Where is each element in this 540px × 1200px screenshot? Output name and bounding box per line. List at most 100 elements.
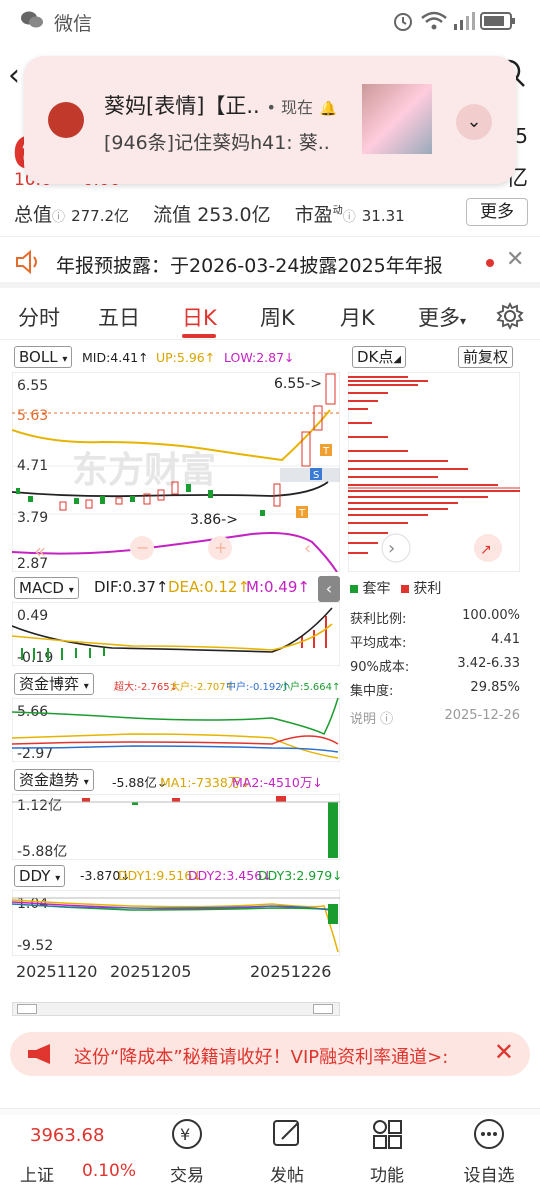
svg-text:T: T: [298, 508, 306, 519]
collapse-panel-icon[interactable]: ‹: [318, 576, 340, 602]
tab-weekly-k[interactable]: 周K: [260, 302, 295, 332]
zoom-out-icon: −: [136, 538, 149, 557]
signal-icon: [454, 12, 475, 30]
megaphone-icon: [28, 1044, 50, 1064]
float-value-label: 流值: [153, 204, 192, 226]
fund-trend-ma2: MA2:-4510万↓: [232, 775, 323, 790]
tab-intraday[interactable]: 分时: [18, 302, 60, 332]
nav-tabs-strip: [0, 1109, 540, 1115]
promo-banner[interactable]: 这份“降成本”秘籍请收好！VIP融资利率通道>: ✕: [10, 1032, 530, 1076]
trade-icon[interactable]: ¥: [170, 1117, 204, 1151]
fund-game-select[interactable]: 资金博弈 ▾: [14, 673, 94, 695]
macd-dea: DEA:0.12↑: [168, 578, 251, 596]
post-icon[interactable]: [270, 1117, 304, 1151]
pe-label: 市盈: [294, 204, 333, 226]
fund-trend-select[interactable]: 资金趋势 ▾: [14, 769, 94, 791]
back-icon[interactable]: ‹: [8, 58, 20, 93]
nav-function[interactable]: 功能: [352, 1161, 422, 1186]
index-value: 3963.68: [30, 1125, 105, 1146]
total-value: 277.2亿: [71, 207, 130, 225]
notification-sender: 葵妈[表情]【正.. • 现在 🔔: [104, 94, 338, 118]
pe-sup: 动: [332, 205, 343, 217]
promo-text: 这份“降成本”秘籍请收好！VIP融资利率通道>:: [74, 1047, 449, 1068]
float-value: 253.0亿: [197, 204, 271, 226]
settings-icon[interactable]: [496, 302, 524, 330]
pe-value: 31.31: [361, 207, 405, 225]
index-name: 上证: [20, 1166, 54, 1186]
fund-trend-chart: 1.12亿 -5.88亿: [12, 794, 340, 860]
info-icon[interactable]: ⓘ: [343, 210, 356, 225]
chevron-right-icon: ›: [388, 538, 395, 559]
tab-daily-k[interactable]: 日K: [182, 302, 217, 332]
macd-dif: DIF:0.37↑: [94, 578, 169, 596]
info-icon: ⓘ: [380, 712, 394, 727]
nav-post[interactable]: 发帖: [252, 1161, 322, 1186]
more-button[interactable]: 更多: [466, 198, 528, 226]
total-value-label: 总值: [14, 204, 53, 226]
macd-y-top: 0.49: [17, 608, 48, 624]
scroll-handle-right[interactable]: [313, 1004, 333, 1014]
wechat-badge-icon: [48, 102, 84, 138]
fund-small: 小户:5.664↑: [280, 682, 341, 693]
avg-cost-row: 平均成本: 4.41: [350, 632, 520, 651]
chevron-down-icon[interactable]: ⌄: [456, 104, 492, 140]
close-icon[interactable]: ✕: [494, 1038, 514, 1066]
legend-profit: 获利: [413, 581, 442, 597]
fund-big: 大户:-2.707↑: [170, 682, 234, 693]
expand-icon: ↗: [480, 542, 492, 558]
y-label-0: 6.55: [17, 378, 48, 394]
y-label-2: 4.71: [17, 458, 48, 474]
alarm-icon: [394, 13, 412, 31]
valuation-row: 总值ⓘ 277.2亿 流值 253.0亿 市盈动ⓘ 31.31: [14, 200, 405, 227]
svg-text:T: T: [322, 446, 330, 457]
ddy-y-bottom: -9.52: [17, 938, 53, 954]
note-row[interactable]: 说明 ⓘ 2025-12-26: [350, 708, 520, 727]
svg-text:S: S: [313, 470, 319, 481]
date-label-0: 20251120: [16, 962, 98, 981]
macd-select[interactable]: MACD ▾: [14, 577, 79, 599]
boll-mid: MID:4.41↑: [82, 350, 149, 365]
quote-right-value: 5: [515, 124, 528, 148]
tab-more[interactable]: 更多▾: [418, 302, 466, 332]
scroll-handle-left[interactable]: [17, 1004, 37, 1014]
fund-trend-y-bottom: -5.88亿: [17, 844, 67, 860]
nav-add-watchlist[interactable]: 设自选: [454, 1161, 524, 1186]
wechat-icon: [21, 11, 43, 28]
notification-banner[interactable]: 葵妈[表情]【正.. • 现在 🔔 [946条]记住葵妈h41: 葵.. ⌄: [24, 56, 516, 184]
scroll-back-icon: ‹: [304, 538, 311, 559]
close-icon[interactable]: ✕: [506, 247, 524, 272]
adjust-select[interactable]: 前复权: [458, 346, 514, 368]
profit-ratio-row: 获利比例: 100.00%: [350, 608, 520, 627]
legend-locked: 套牢: [362, 581, 391, 597]
scroll-left-icon: «: [34, 539, 46, 563]
index-change: 0.10%: [82, 1161, 137, 1181]
status-bar: 微信: [0, 0, 540, 40]
y-label-1: 5.63: [17, 408, 48, 424]
dk-point-button[interactable]: DK点◢: [352, 346, 407, 368]
kline-indicator-select[interactable]: BOLL ▾: [14, 346, 73, 368]
group-avatar: [362, 84, 432, 154]
nav-trade[interactable]: 交易: [152, 1161, 222, 1186]
chip-legend: 套牢 获利: [350, 578, 441, 598]
concentration-row: 集中度: 29.85%: [350, 680, 520, 699]
speaker-icon: [16, 249, 37, 275]
tab-five-day[interactable]: 五日: [98, 302, 140, 332]
low-marker: 3.86->: [190, 512, 238, 528]
more-dots-icon[interactable]: [472, 1117, 506, 1151]
report-text: 年报预披露：于2026-03-24披露2025年年报: [56, 255, 443, 277]
active-tab-indicator: [182, 334, 216, 338]
boll-up: UP:5.96↑: [156, 350, 216, 365]
function-icon[interactable]: [370, 1117, 404, 1151]
chart-scrollbar[interactable]: [12, 1002, 340, 1016]
chip-distribution-chart: › ↗: [348, 372, 520, 572]
cost90-row: 90%成本: 3.42-6.33: [350, 656, 520, 675]
ddy-select[interactable]: DDY ▾: [14, 865, 66, 887]
notification-message: [946条]记住葵妈h41: 葵..: [104, 132, 330, 154]
date-label-1: 20251205: [110, 962, 192, 981]
tab-monthly-k[interactable]: 月K: [340, 302, 375, 332]
kline-chart[interactable]: 东方财富 6.55 5.63 4.71 3.79 2.87 6.55-> 3.8…: [12, 372, 340, 572]
status-app-name: 微信: [54, 13, 93, 35]
info-icon[interactable]: ⓘ: [52, 210, 65, 225]
report-banner[interactable]: 年报预披露：于2026-03-24披露2025年年报 ✕: [0, 236, 540, 288]
unread-dot: [486, 259, 494, 267]
